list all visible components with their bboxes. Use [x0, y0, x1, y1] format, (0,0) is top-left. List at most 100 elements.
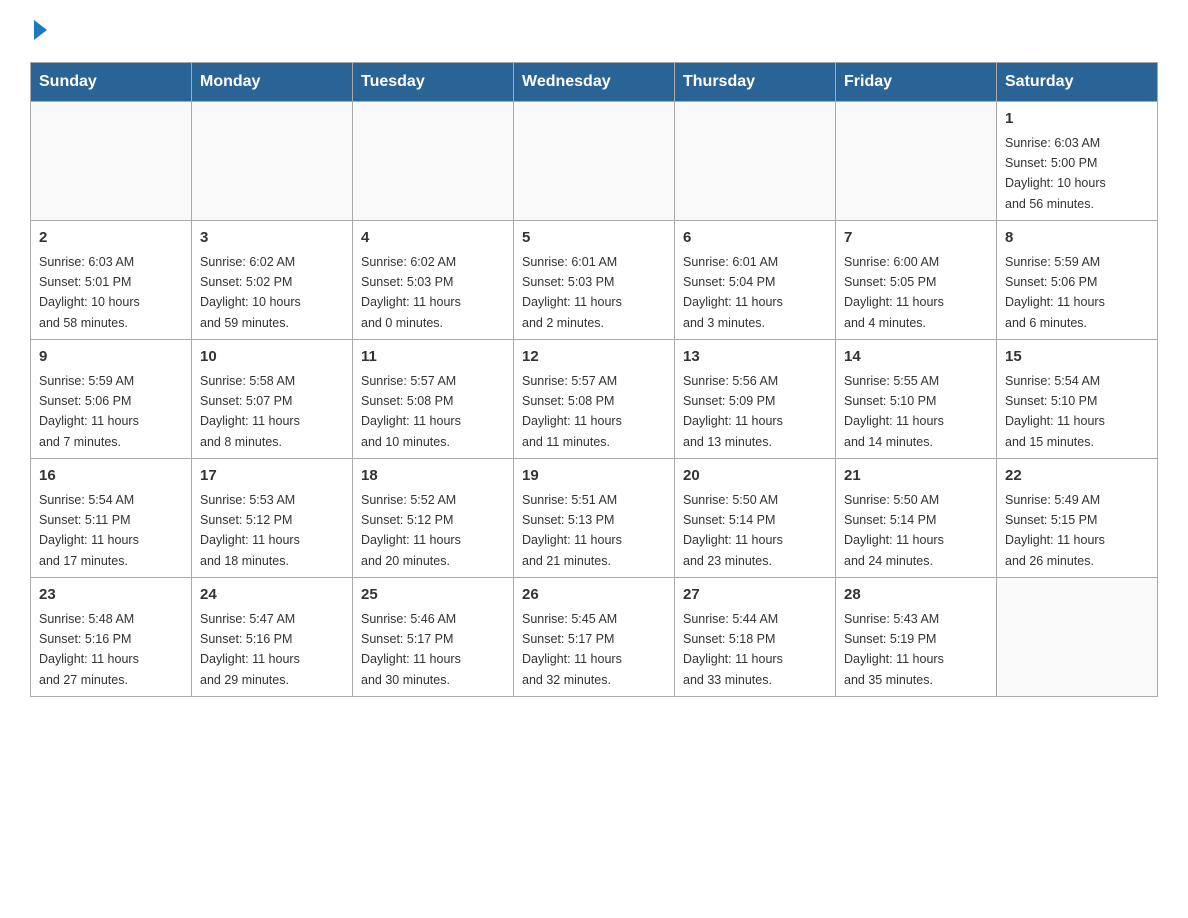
calendar-cell: 8 Sunrise: 5:59 AM Sunset: 5:06 PM Daylig… — [997, 221, 1158, 340]
calendar-cell: 9 Sunrise: 5:59 AM Sunset: 5:06 PM Daylig… — [31, 340, 192, 459]
calendar-cell: 1 Sunrise: 6:03 AM Sunset: 5:00 PM Daylig… — [997, 102, 1158, 221]
calendar-cell: 6 Sunrise: 6:01 AM Sunset: 5:04 PM Daylig… — [675, 221, 836, 340]
day-number: 6 — [683, 227, 827, 250]
day-number: 8 — [1005, 227, 1149, 250]
day-info: Sunrise: 5:47 AM Sunset: 5:16 PM Dayligh… — [200, 612, 300, 687]
calendar-week-row: 16 Sunrise: 5:54 AM Sunset: 5:11 PM Dayli… — [31, 459, 1158, 578]
day-number: 18 — [361, 465, 505, 488]
logo-triangle-icon — [34, 20, 47, 40]
day-info: Sunrise: 6:00 AM Sunset: 5:05 PM Dayligh… — [844, 255, 944, 330]
day-number: 23 — [39, 584, 183, 607]
calendar-cell: 24 Sunrise: 5:47 AM Sunset: 5:16 PM Dayli… — [192, 578, 353, 697]
day-info: Sunrise: 6:02 AM Sunset: 5:02 PM Dayligh… — [200, 255, 301, 330]
day-number: 20 — [683, 465, 827, 488]
calendar-cell: 26 Sunrise: 5:45 AM Sunset: 5:17 PM Dayli… — [514, 578, 675, 697]
day-info: Sunrise: 5:57 AM Sunset: 5:08 PM Dayligh… — [361, 374, 461, 449]
calendar-week-row: 23 Sunrise: 5:48 AM Sunset: 5:16 PM Dayli… — [31, 578, 1158, 697]
day-info: Sunrise: 5:46 AM Sunset: 5:17 PM Dayligh… — [361, 612, 461, 687]
day-number: 27 — [683, 584, 827, 607]
calendar-cell: 16 Sunrise: 5:54 AM Sunset: 5:11 PM Dayli… — [31, 459, 192, 578]
day-info: Sunrise: 5:50 AM Sunset: 5:14 PM Dayligh… — [683, 493, 783, 568]
day-info: Sunrise: 5:53 AM Sunset: 5:12 PM Dayligh… — [200, 493, 300, 568]
day-number: 10 — [200, 346, 344, 369]
day-of-week-header: Wednesday — [514, 63, 675, 102]
day-number: 9 — [39, 346, 183, 369]
calendar-cell: 15 Sunrise: 5:54 AM Sunset: 5:10 PM Dayli… — [997, 340, 1158, 459]
calendar-cell: 21 Sunrise: 5:50 AM Sunset: 5:14 PM Dayli… — [836, 459, 997, 578]
day-number: 22 — [1005, 465, 1149, 488]
day-number: 25 — [361, 584, 505, 607]
day-info: Sunrise: 5:52 AM Sunset: 5:12 PM Dayligh… — [361, 493, 461, 568]
day-info: Sunrise: 5:55 AM Sunset: 5:10 PM Dayligh… — [844, 374, 944, 449]
calendar-cell: 12 Sunrise: 5:57 AM Sunset: 5:08 PM Dayli… — [514, 340, 675, 459]
calendar-cell: 20 Sunrise: 5:50 AM Sunset: 5:14 PM Dayli… — [675, 459, 836, 578]
day-number: 13 — [683, 346, 827, 369]
day-number: 24 — [200, 584, 344, 607]
calendar-cell: 13 Sunrise: 5:56 AM Sunset: 5:09 PM Dayli… — [675, 340, 836, 459]
day-of-week-header: Friday — [836, 63, 997, 102]
day-number: 26 — [522, 584, 666, 607]
day-info: Sunrise: 5:54 AM Sunset: 5:11 PM Dayligh… — [39, 493, 139, 568]
day-of-week-header: Saturday — [997, 63, 1158, 102]
calendar-week-row: 9 Sunrise: 5:59 AM Sunset: 5:06 PM Daylig… — [31, 340, 1158, 459]
day-number: 14 — [844, 346, 988, 369]
calendar-table: SundayMondayTuesdayWednesdayThursdayFrid… — [30, 62, 1158, 697]
day-number: 17 — [200, 465, 344, 488]
calendar-cell: 5 Sunrise: 6:01 AM Sunset: 5:03 PM Daylig… — [514, 221, 675, 340]
day-number: 1 — [1005, 108, 1149, 131]
calendar-cell — [997, 578, 1158, 697]
day-of-week-header: Thursday — [675, 63, 836, 102]
calendar-cell: 28 Sunrise: 5:43 AM Sunset: 5:19 PM Dayli… — [836, 578, 997, 697]
day-number: 4 — [361, 227, 505, 250]
calendar-cell: 27 Sunrise: 5:44 AM Sunset: 5:18 PM Dayli… — [675, 578, 836, 697]
day-number: 28 — [844, 584, 988, 607]
calendar-cell: 25 Sunrise: 5:46 AM Sunset: 5:17 PM Dayli… — [353, 578, 514, 697]
day-info: Sunrise: 6:03 AM Sunset: 5:01 PM Dayligh… — [39, 255, 140, 330]
day-info: Sunrise: 5:44 AM Sunset: 5:18 PM Dayligh… — [683, 612, 783, 687]
calendar-cell: 17 Sunrise: 5:53 AM Sunset: 5:12 PM Dayli… — [192, 459, 353, 578]
calendar-cell — [31, 102, 192, 221]
day-info: Sunrise: 6:03 AM Sunset: 5:00 PM Dayligh… — [1005, 136, 1106, 211]
day-info: Sunrise: 5:54 AM Sunset: 5:10 PM Dayligh… — [1005, 374, 1105, 449]
calendar-cell: 7 Sunrise: 6:00 AM Sunset: 5:05 PM Daylig… — [836, 221, 997, 340]
day-info: Sunrise: 5:59 AM Sunset: 5:06 PM Dayligh… — [39, 374, 139, 449]
calendar-cell: 2 Sunrise: 6:03 AM Sunset: 5:01 PM Daylig… — [31, 221, 192, 340]
calendar-cell — [675, 102, 836, 221]
calendar-cell — [836, 102, 997, 221]
day-info: Sunrise: 6:02 AM Sunset: 5:03 PM Dayligh… — [361, 255, 461, 330]
page-header — [30, 20, 1158, 42]
day-number: 16 — [39, 465, 183, 488]
day-info: Sunrise: 6:01 AM Sunset: 5:03 PM Dayligh… — [522, 255, 622, 330]
day-info: Sunrise: 5:59 AM Sunset: 5:06 PM Dayligh… — [1005, 255, 1105, 330]
calendar-cell — [514, 102, 675, 221]
day-number: 7 — [844, 227, 988, 250]
day-number: 5 — [522, 227, 666, 250]
logo — [30, 20, 47, 42]
day-info: Sunrise: 6:01 AM Sunset: 5:04 PM Dayligh… — [683, 255, 783, 330]
day-number: 21 — [844, 465, 988, 488]
day-info: Sunrise: 5:57 AM Sunset: 5:08 PM Dayligh… — [522, 374, 622, 449]
day-number: 12 — [522, 346, 666, 369]
calendar-cell: 22 Sunrise: 5:49 AM Sunset: 5:15 PM Dayli… — [997, 459, 1158, 578]
calendar-cell: 4 Sunrise: 6:02 AM Sunset: 5:03 PM Daylig… — [353, 221, 514, 340]
day-info: Sunrise: 5:49 AM Sunset: 5:15 PM Dayligh… — [1005, 493, 1105, 568]
calendar-cell: 10 Sunrise: 5:58 AM Sunset: 5:07 PM Dayli… — [192, 340, 353, 459]
day-number: 3 — [200, 227, 344, 250]
day-of-week-header: Sunday — [31, 63, 192, 102]
calendar-cell: 14 Sunrise: 5:55 AM Sunset: 5:10 PM Dayli… — [836, 340, 997, 459]
day-info: Sunrise: 5:45 AM Sunset: 5:17 PM Dayligh… — [522, 612, 622, 687]
day-info: Sunrise: 5:48 AM Sunset: 5:16 PM Dayligh… — [39, 612, 139, 687]
calendar-cell: 23 Sunrise: 5:48 AM Sunset: 5:16 PM Dayli… — [31, 578, 192, 697]
day-of-week-header: Tuesday — [353, 63, 514, 102]
day-info: Sunrise: 5:43 AM Sunset: 5:19 PM Dayligh… — [844, 612, 944, 687]
calendar-header-row: SundayMondayTuesdayWednesdayThursdayFrid… — [31, 63, 1158, 102]
calendar-week-row: 1 Sunrise: 6:03 AM Sunset: 5:00 PM Daylig… — [31, 102, 1158, 221]
day-number: 19 — [522, 465, 666, 488]
day-info: Sunrise: 5:51 AM Sunset: 5:13 PM Dayligh… — [522, 493, 622, 568]
day-number: 2 — [39, 227, 183, 250]
calendar-cell — [192, 102, 353, 221]
day-number: 15 — [1005, 346, 1149, 369]
day-info: Sunrise: 5:56 AM Sunset: 5:09 PM Dayligh… — [683, 374, 783, 449]
day-info: Sunrise: 5:50 AM Sunset: 5:14 PM Dayligh… — [844, 493, 944, 568]
day-info: Sunrise: 5:58 AM Sunset: 5:07 PM Dayligh… — [200, 374, 300, 449]
